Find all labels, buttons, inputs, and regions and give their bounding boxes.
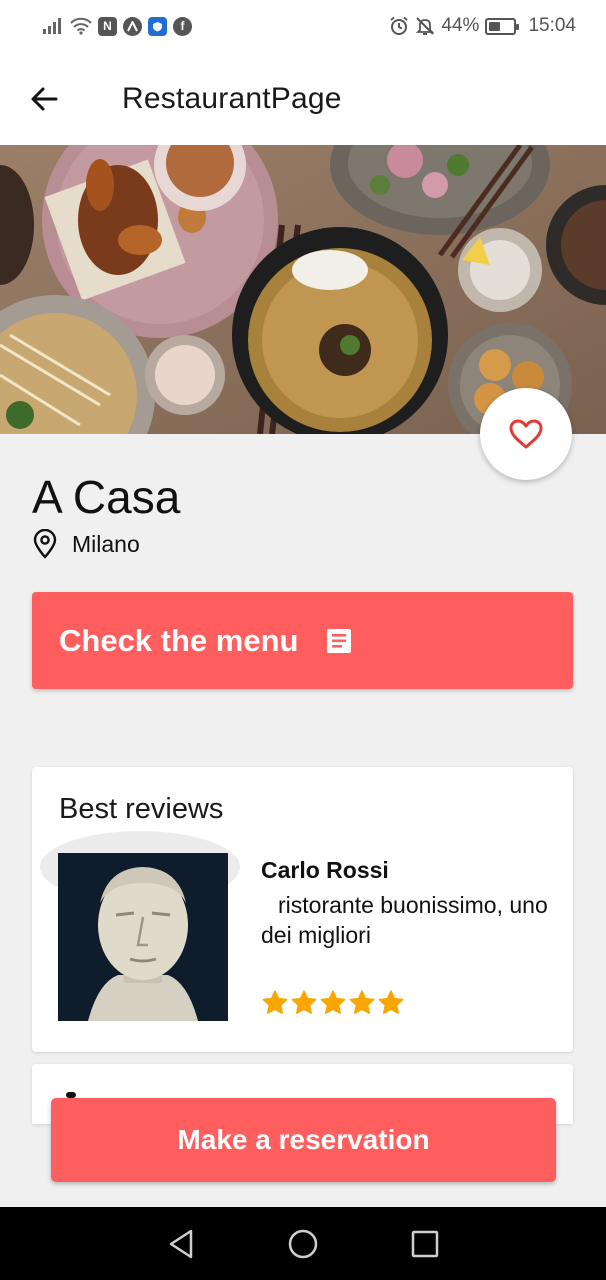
wifi-icon <box>70 17 92 35</box>
square-recents-icon <box>411 1230 439 1257</box>
mute-bell-icon <box>415 16 435 36</box>
nav-recents-button[interactable] <box>395 1214 455 1274</box>
status-left: N f <box>42 16 192 36</box>
nfc-icon: N <box>98 16 117 36</box>
check-menu-label: Check the menu <box>59 622 299 658</box>
review-rating <box>261 989 405 1017</box>
circle-home-icon <box>288 1229 318 1258</box>
app-notification-icon <box>123 16 142 36</box>
nav-home-button[interactable] <box>273 1214 333 1274</box>
reviewer-avatar <box>58 853 228 1021</box>
star-icon <box>291 990 317 1014</box>
shield-notification-icon <box>148 16 167 36</box>
map-pin-icon <box>33 529 57 559</box>
favorite-button[interactable] <box>480 388 572 480</box>
heart-outline-icon <box>509 419 543 449</box>
star-icon <box>378 990 404 1014</box>
star-icon <box>320 990 346 1014</box>
star-icon <box>262 990 288 1014</box>
battery-icon <box>485 17 520 35</box>
alarm-icon <box>389 16 409 36</box>
back-button[interactable] <box>14 69 74 129</box>
battery-level <box>489 21 500 31</box>
restaurant-city: Milano <box>72 530 140 557</box>
nav-back-button[interactable] <box>151 1214 211 1274</box>
triangle-back-icon <box>169 1229 193 1258</box>
restaurant-location: Milano <box>32 529 140 559</box>
clock: 15:04 <box>528 15 576 36</box>
signal-icon <box>42 17 64 35</box>
review-text: ristorante buonissimo, uno dei migliori <box>261 892 548 948</box>
status-right: 44% 15:04 <box>389 15 576 37</box>
best-reviews-card: Best reviews Carlo Rossi ristorante buon… <box>32 767 573 1052</box>
make-reservation-button[interactable]: Make a reservation <box>51 1098 556 1182</box>
check-menu-button[interactable]: Check the menu <box>32 592 573 689</box>
reviews-title: Best reviews <box>59 793 224 825</box>
app-bar: RestaurantPage <box>0 52 606 145</box>
facebook-icon: f <box>173 16 192 36</box>
reviewer-name: Carlo Rossi <box>261 857 389 883</box>
article-icon <box>324 626 354 656</box>
battery-percent: 44% <box>441 15 480 36</box>
page-title: RestaurantPage <box>122 81 342 115</box>
status-bar: N f 44% 15:04 <box>0 0 606 52</box>
arrow-left-icon <box>31 87 58 110</box>
restaurant-name: A Casa <box>32 471 181 523</box>
star-icon <box>349 990 375 1014</box>
make-reservation-label: Make a reservation <box>177 1124 430 1155</box>
system-navigation-bar <box>0 1207 606 1280</box>
